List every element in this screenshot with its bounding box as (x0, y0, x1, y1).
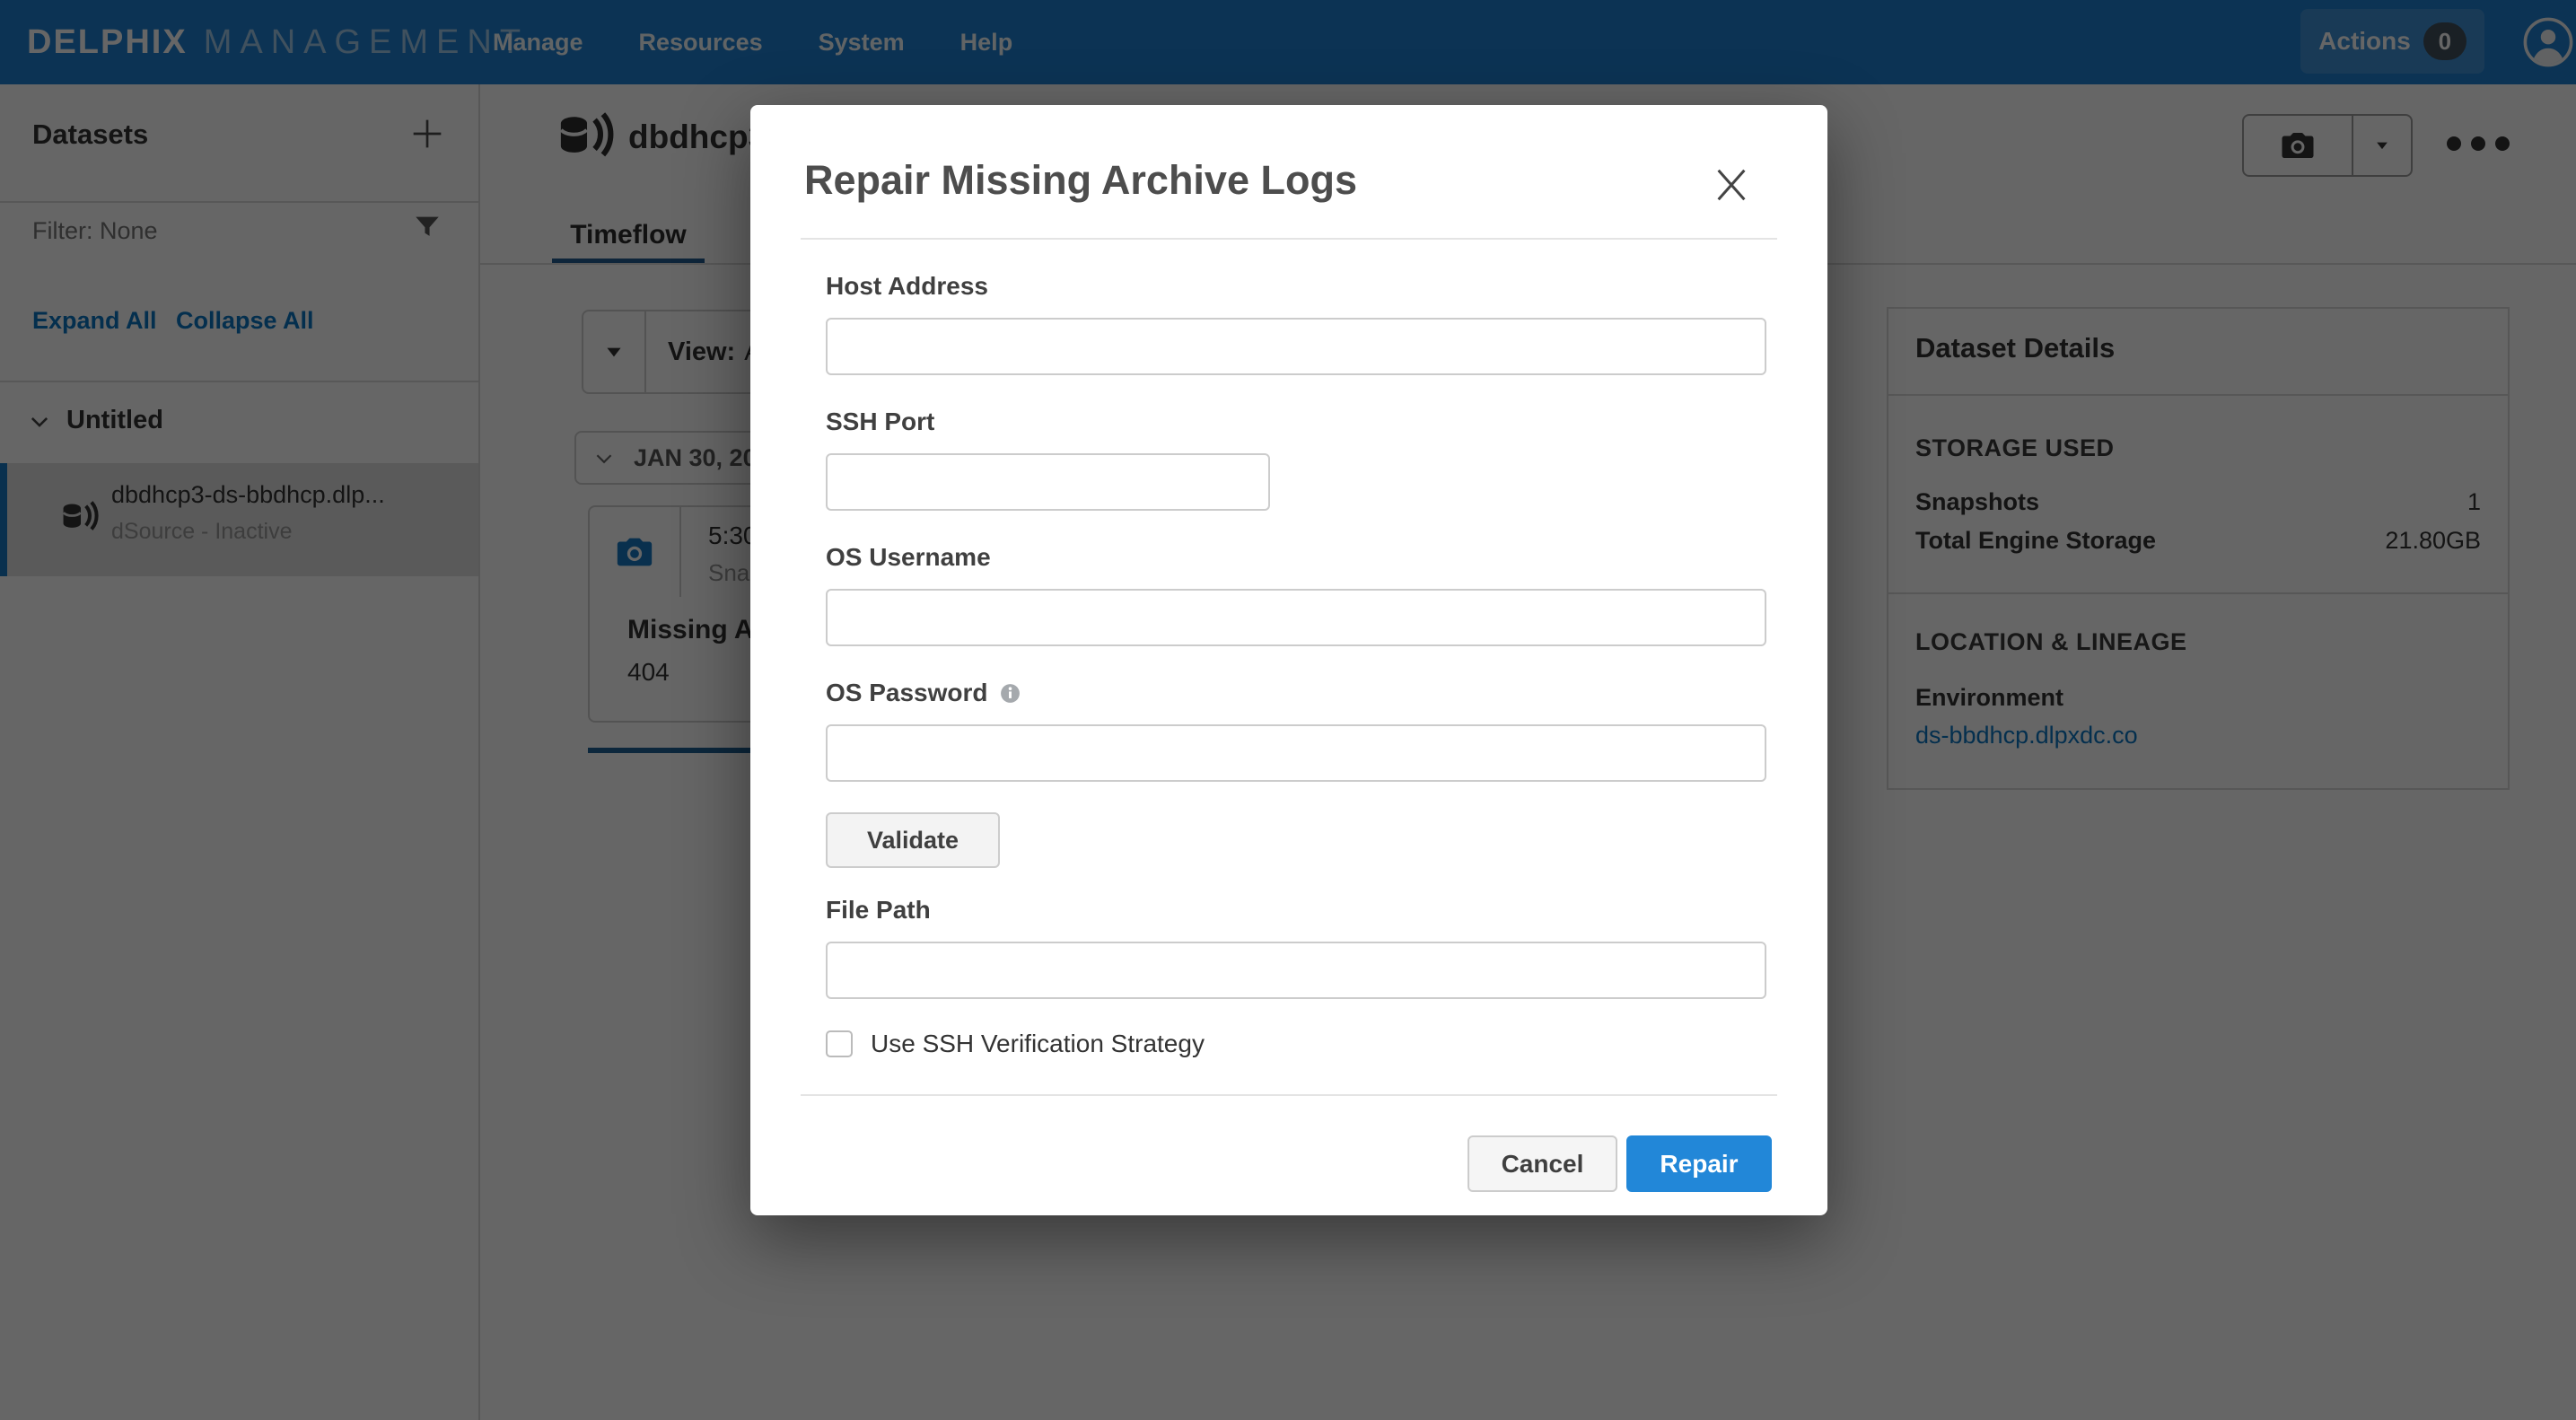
os-password-label: OS Password (826, 679, 1766, 707)
ssh-port-input[interactable] (826, 453, 1270, 511)
modal-footer: Cancel Repair (750, 1096, 1827, 1215)
validate-button[interactable]: Validate (826, 812, 1000, 868)
delphix-management-app: DELPHIX MANAGEMENT Manage Resources Syst… (0, 0, 2576, 1420)
modal-header: Repair Missing Archive Logs (750, 105, 1827, 204)
info-icon[interactable] (999, 682, 1021, 705)
cancel-button[interactable]: Cancel (1468, 1135, 1617, 1192)
file-path-label: File Path (826, 896, 1766, 925)
os-username-input[interactable] (826, 589, 1766, 646)
ssh-port-label: SSH Port (826, 408, 1766, 436)
modal-title: Repair Missing Archive Logs (804, 157, 1759, 204)
os-password-label-text: OS Password (826, 679, 988, 707)
repair-missing-archive-logs-dialog: Repair Missing Archive Logs Host Address… (750, 105, 1827, 1215)
use-ssh-verification-checkbox[interactable] (826, 1030, 853, 1057)
close-icon[interactable] (1711, 164, 1752, 206)
repair-button[interactable]: Repair (1626, 1135, 1772, 1192)
ssh-verification-row: Use SSH Verification Strategy (826, 1030, 1766, 1058)
os-password-input[interactable] (826, 724, 1766, 782)
use-ssh-verification-label: Use SSH Verification Strategy (871, 1030, 1205, 1058)
modal-form: Host Address SSH Port OS Username OS Pas… (750, 240, 1827, 1058)
host-address-input[interactable] (826, 318, 1766, 375)
host-address-label: Host Address (826, 272, 1766, 301)
os-username-label: OS Username (826, 543, 1766, 572)
file-path-input[interactable] (826, 942, 1766, 999)
